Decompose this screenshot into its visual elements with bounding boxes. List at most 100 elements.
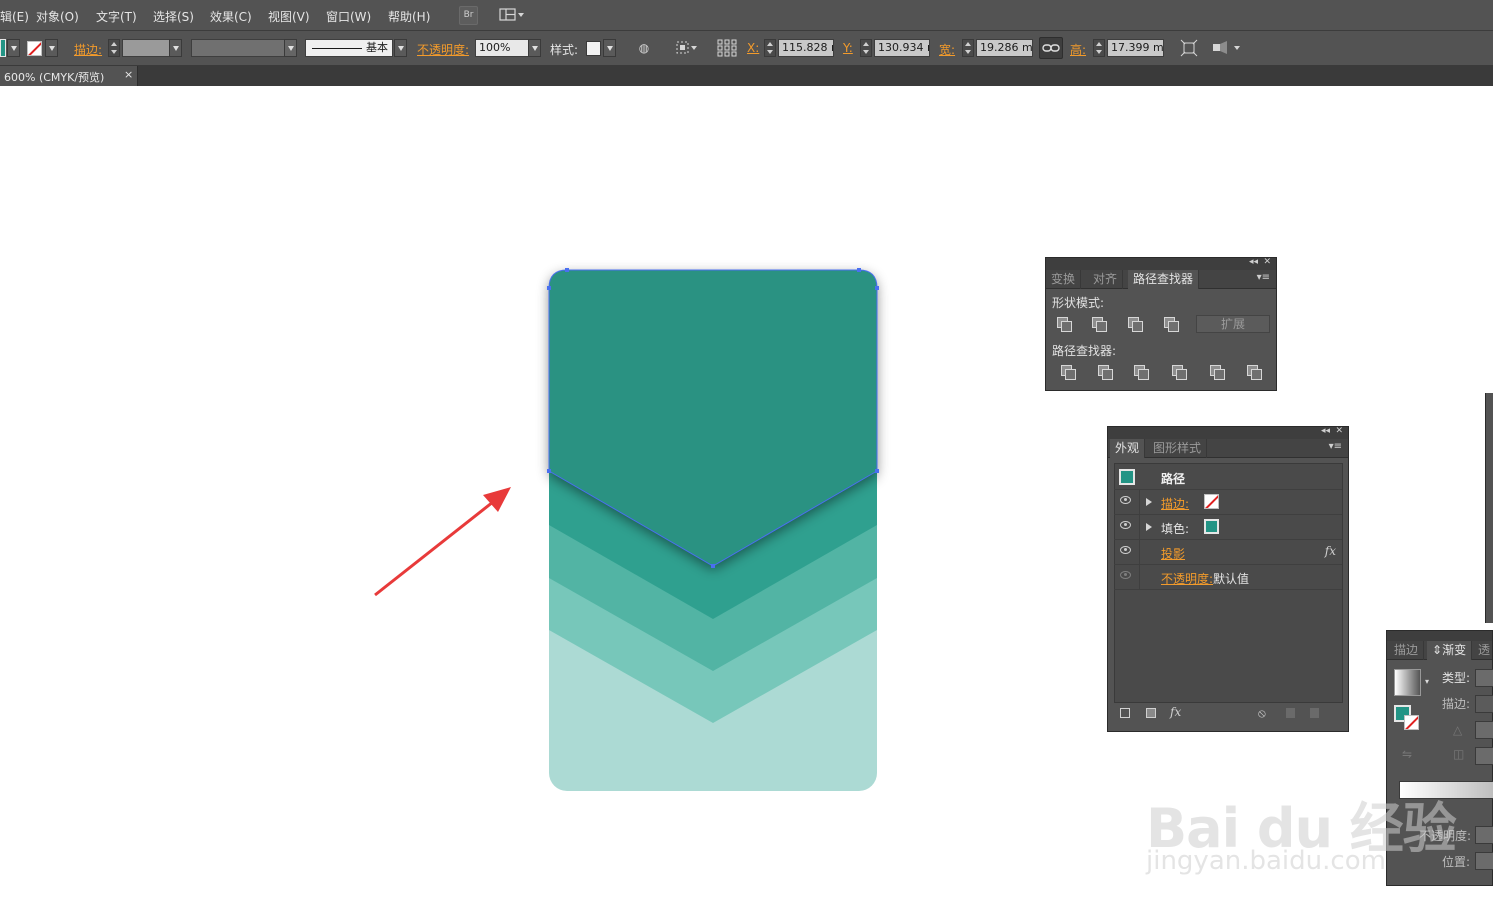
stroke-none-swatch[interactable]: [1204, 494, 1219, 509]
add-fill-icon[interactable]: [1146, 708, 1156, 718]
fill-dropdown[interactable]: [7, 39, 20, 57]
brush-definition-field[interactable]: 基本: [305, 39, 393, 57]
visibility-eye-icon[interactable]: [1120, 546, 1131, 554]
variable-width-dropdown[interactable]: [284, 39, 297, 57]
tab-transparency[interactable]: 透: [1473, 641, 1493, 660]
height-label[interactable]: 高:: [1070, 41, 1086, 58]
gradient-type-field[interactable]: [1475, 669, 1493, 687]
opacity-row-label[interactable]: 不透明度:: [1161, 572, 1213, 586]
tab-transform[interactable]: 变换: [1046, 270, 1082, 289]
width-stepper[interactable]: [962, 39, 974, 57]
height-stepper[interactable]: [1093, 39, 1105, 57]
close-panel-icon[interactable]: ✕: [1335, 426, 1343, 436]
stroke-swatch-none[interactable]: [27, 41, 42, 56]
appearance-stroke-row[interactable]: 描边:: [1114, 490, 1342, 515]
appearance-opacity-row[interactable]: 不透明度:默认值: [1114, 565, 1342, 590]
opacity-dropdown[interactable]: [528, 39, 541, 57]
menu-edit[interactable]: 辑(E): [0, 8, 29, 25]
gradient-aspect-field[interactable]: [1475, 747, 1493, 765]
stroke-weight-field[interactable]: [122, 39, 170, 57]
appearance-drop-shadow-row[interactable]: 投影 fx: [1114, 540, 1342, 565]
trim-icon[interactable]: [1097, 364, 1113, 380]
appearance-fill-row[interactable]: 填色:: [1114, 515, 1342, 540]
unite-icon[interactable]: [1056, 316, 1072, 332]
graphic-style-dropdown[interactable]: [603, 39, 616, 57]
visibility-eye-icon[interactable]: [1120, 521, 1131, 529]
isolate-group-icon[interactable]: [1210, 39, 1242, 57]
collapse-panel-icon[interactable]: ◂◂: [1249, 257, 1258, 267]
height-field[interactable]: 17.399 mi: [1107, 39, 1164, 57]
visibility-eye-icon[interactable]: [1120, 496, 1131, 504]
panel-titlebar[interactable]: ◂◂ ✕: [1108, 426, 1348, 439]
panel-titlebar[interactable]: [1387, 631, 1492, 641]
add-stroke-icon[interactable]: [1120, 708, 1130, 718]
bridge-button[interactable]: Br: [459, 6, 478, 25]
reference-point-icon[interactable]: [716, 39, 738, 57]
y-field[interactable]: 130.934 r: [874, 39, 930, 57]
y-stepper[interactable]: [860, 39, 872, 57]
close-panel-icon[interactable]: ✕: [1263, 257, 1271, 267]
delete-item-icon[interactable]: [1310, 708, 1319, 718]
opacity-field[interactable]: 100%: [475, 39, 529, 57]
panel-menu-icon[interactable]: ▾≡: [1329, 441, 1342, 452]
expand-button[interactable]: 扩展: [1196, 315, 1270, 333]
outline-icon[interactable]: [1209, 364, 1225, 380]
stroke-label[interactable]: 描边:: [74, 41, 102, 58]
document-tab[interactable]: 600% (CMYK/预览) ×: [0, 66, 138, 86]
graphic-style-swatch[interactable]: [586, 41, 601, 56]
fx-icon[interactable]: fx: [1325, 544, 1336, 558]
tab-align[interactable]: 对齐: [1088, 270, 1124, 289]
width-field[interactable]: 19.286 mi: [976, 39, 1033, 57]
minus-front-icon[interactable]: [1091, 316, 1107, 332]
intersect-icon[interactable]: [1127, 316, 1143, 332]
menu-window[interactable]: 窗口(W): [326, 8, 371, 25]
recolor-artwork-icon[interactable]: ◍: [634, 39, 654, 57]
tab-appearance[interactable]: 外观: [1110, 439, 1146, 458]
menu-view[interactable]: 视图(V): [268, 8, 310, 25]
menu-object[interactable]: 对象(O): [36, 8, 79, 25]
gradient-preview-swatch[interactable]: [1394, 669, 1421, 696]
gradient-dropdown-icon[interactable]: ▾: [1425, 677, 1429, 686]
stroke-swatch-dropdown[interactable]: [45, 39, 58, 57]
drop-shadow-label[interactable]: 投影: [1161, 545, 1185, 562]
menu-select[interactable]: 选择(S): [153, 8, 194, 25]
fill-teal-swatch[interactable]: [1204, 519, 1219, 534]
panel-titlebar[interactable]: ◂◂ ✕: [1046, 257, 1276, 270]
appearance-object-row[interactable]: 路径: [1114, 465, 1342, 490]
y-label[interactable]: Y:: [843, 41, 853, 55]
menu-effect[interactable]: 效果(C): [210, 8, 252, 25]
merge-icon[interactable]: [1133, 364, 1149, 380]
constrain-proportions-button[interactable]: [1039, 37, 1063, 59]
reverse-gradient-icon[interactable]: ⇋: [1402, 747, 1412, 761]
duplicate-item-icon[interactable]: [1286, 708, 1295, 718]
stroke-weight-dropdown[interactable]: [169, 39, 182, 57]
brush-definition-dropdown[interactable]: [394, 39, 407, 57]
tab-stroke[interactable]: 描边: [1389, 641, 1425, 660]
align-to-selection-icon[interactable]: [674, 39, 700, 57]
variable-width-profile[interactable]: [191, 39, 286, 57]
crop-icon[interactable]: [1171, 364, 1187, 380]
gradient-opacity-field[interactable]: [1475, 826, 1493, 844]
visibility-eye-icon[interactable]: [1120, 571, 1131, 579]
transform-icon[interactable]: [1179, 39, 1199, 57]
panel-menu-icon[interactable]: ▾≡: [1257, 272, 1270, 283]
menu-type[interactable]: 文字(T): [96, 8, 137, 25]
tab-gradient[interactable]: ⇕渐变: [1427, 641, 1473, 660]
collapse-panel-icon[interactable]: ◂◂: [1321, 426, 1330, 436]
gradient-angle-field[interactable]: [1475, 721, 1493, 739]
close-tab-icon[interactable]: ×: [124, 68, 133, 81]
divide-icon[interactable]: [1060, 364, 1076, 380]
stroke-weight-stepper[interactable]: [108, 39, 120, 57]
x-field[interactable]: 115.828 r: [778, 39, 834, 57]
minus-back-icon[interactable]: [1246, 364, 1262, 380]
tab-pathfinder[interactable]: 路径查找器: [1128, 270, 1200, 289]
clear-appearance-icon[interactable]: ⦸: [1258, 706, 1266, 721]
fill-stroke-proxy[interactable]: [1394, 705, 1424, 735]
fill-swatch[interactable]: [0, 39, 6, 57]
tab-graphic-styles[interactable]: 图形样式: [1148, 439, 1208, 458]
stroke-row-label[interactable]: 描边:: [1161, 495, 1189, 512]
opacity-label[interactable]: 不透明度:: [417, 41, 469, 58]
expand-triangle-icon[interactable]: [1146, 498, 1152, 506]
width-label[interactable]: 宽:: [939, 41, 955, 58]
menu-help[interactable]: 帮助(H): [388, 8, 430, 25]
